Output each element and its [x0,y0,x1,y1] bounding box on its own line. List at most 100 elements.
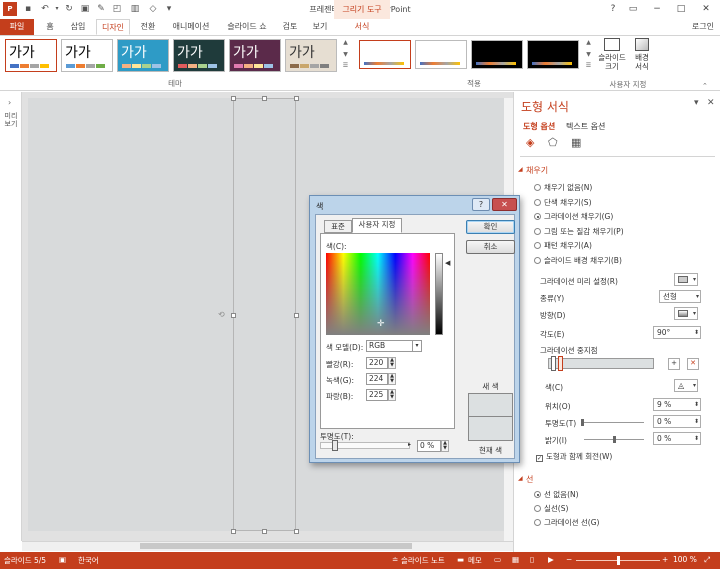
transparency-slider-knob[interactable] [581,419,584,426]
slider-right-arrow-icon[interactable]: ▸ [408,441,411,448]
dialog-close-icon[interactable]: ✕ [492,198,517,211]
variant-more-icon[interactable]: ☰ [584,62,593,69]
gradient-preset-button[interactable]: ▾ [674,273,698,286]
horizontal-scroll-thumb[interactable] [140,543,412,549]
tab-slideshow[interactable]: 슬라이드 쇼 [222,19,272,35]
comments-icon[interactable]: ▬ [457,555,464,564]
type-select[interactable]: 선형 ▾ [659,290,701,303]
direction-button[interactable]: ▾ [674,307,698,320]
fit-to-window-icon[interactable]: ⤢ [704,555,710,565]
variant-thumbnail[interactable] [527,40,579,69]
radio-icon[interactable] [534,184,541,191]
selected-rectangle-shape[interactable] [233,98,296,531]
fill-option[interactable]: 단색 채우기(S) [534,197,592,208]
tab-format[interactable]: 서식 [346,19,378,35]
resize-handle[interactable] [231,96,236,101]
slide-size-button[interactable]: 슬라이드 크기 [598,38,626,71]
collapse-ribbon-icon[interactable]: ⌃ [702,82,708,90]
variant-thumbnail[interactable] [415,40,467,69]
green-input[interactable]: 224 [366,373,388,385]
theme-scroll-up-icon[interactable]: ▲ [341,39,350,46]
line-option[interactable]: 선 없음(N) [534,489,579,500]
zoom-slider-knob[interactable] [617,556,620,565]
theme-thumbnail[interactable]: 가가 [61,39,113,72]
radio-icon[interactable] [534,256,541,264]
tab-design[interactable]: 디자인 [96,19,130,35]
transparency-spin-icon[interactable]: ▲ ▼ [441,440,449,452]
transparency-input[interactable]: 0 % ⬍ [653,415,701,428]
position-input[interactable]: 9 % ⬍ [653,398,701,411]
theme-thumbnail[interactable]: 가가 [117,39,169,72]
reading-view-icon[interactable]: ▯ [530,555,534,564]
color-model-select[interactable]: RGB ▾ [366,340,422,352]
notes-icon[interactable]: ≐ [392,555,398,564]
variant-scroll-up-icon[interactable]: ▲ [584,39,593,46]
tab-home[interactable]: 홈 [38,19,62,35]
transparency-input[interactable]: 0 % [417,440,441,452]
notes-button[interactable]: 슬라이드 노트 [401,555,445,566]
luminance-bar[interactable] [435,253,443,335]
resize-handle[interactable] [262,529,267,534]
tab-standard[interactable]: 표준 [324,220,352,233]
fill-option[interactable]: 채우기 없음(N) [534,182,592,193]
theme-thumbnail[interactable]: 가가 [285,39,337,72]
radio-icon[interactable] [534,198,541,206]
luminance-arrow-icon[interactable]: ◀ [445,259,450,267]
tab-file[interactable]: 파일 [0,19,34,35]
green-spin-icon[interactable]: ▲ ▼ [388,373,396,385]
cancel-button[interactable]: 취소 [466,240,515,254]
ok-button[interactable]: 확인 [466,220,515,234]
gradient-stops-bar[interactable] [548,358,654,369]
gradient-stop-2[interactable] [558,356,563,371]
slide-sorter-icon[interactable]: ▦ [512,555,519,564]
add-stop-icon[interactable]: + [668,358,680,370]
resize-handle[interactable] [262,96,267,101]
radio-icon[interactable] [534,242,541,249]
theme-scroll-down-icon[interactable]: ▼ [341,51,350,58]
tab-view[interactable]: 보기 [306,19,334,35]
slideshow-view-icon[interactable]: ▶ [548,555,554,564]
variant-thumbnail[interactable] [359,40,411,69]
size-properties-icon[interactable]: ▦ [571,136,581,149]
brightness-input[interactable]: 0 % ⬍ [653,432,701,445]
rotate-handle-icon[interactable]: ⟲ [218,310,225,319]
theme-thumbnail[interactable]: 가가 [5,39,57,72]
resize-handle[interactable] [294,96,299,101]
tab-insert[interactable]: 삽입 [64,19,92,35]
radio-icon[interactable] [534,227,541,235]
login-link[interactable]: 로그인 [692,19,714,35]
zoom-level[interactable]: 100 % [673,555,697,564]
variant-scroll-down-icon[interactable]: ▼ [584,51,593,58]
radio-icon[interactable] [534,491,541,498]
red-input[interactable]: 220 [366,357,388,369]
angle-input[interactable]: 90° ⬍ [653,326,701,339]
language-indicator[interactable]: 한국어 [78,555,99,566]
gradient-stop-1[interactable] [551,356,556,371]
transparency-slider-knob[interactable] [332,440,338,451]
fill-option[interactable]: 슬라이드 배경 채우기(B) [534,255,622,266]
radio-icon[interactable] [534,213,541,220]
fill-option[interactable]: 그림 또는 질감 채우기(P) [534,226,624,237]
pane-close-icon[interactable]: ✕ [707,98,715,108]
tab-text-options[interactable]: 텍스트 옵션 [566,121,605,132]
expand-thumbnails-icon[interactable]: › [8,98,11,107]
background-format-button[interactable]: 배경 서식 [630,38,654,71]
fill-option[interactable]: 패턴 채우기(A) [534,240,592,251]
blue-input[interactable]: 225 [366,389,388,401]
tab-animations[interactable]: 애니메이션 [166,19,216,35]
pane-options-icon[interactable]: ▾ [694,98,699,108]
tab-shape-options[interactable]: 도형 옵션 [523,121,555,132]
rotate-with-shape-option[interactable]: ✓ 도형과 함께 회전(W) [536,451,612,462]
transparency-slider[interactable] [584,422,644,423]
variant-thumbnail[interactable] [471,40,523,69]
radio-icon[interactable] [534,519,541,526]
tab-review[interactable]: 검토 [276,19,304,35]
ribbon-display-icon[interactable]: ▭ [624,1,642,17]
brightness-slider-knob[interactable] [613,436,616,443]
zoom-in-icon[interactable]: + [662,555,668,564]
effects-icon[interactable]: ⬠ [548,136,558,149]
fill-collapse-icon[interactable]: ◢ [518,166,523,173]
theme-thumbnail[interactable]: 가가 [173,39,225,72]
dialog-help-icon[interactable]: ? [472,198,490,211]
tab-transitions[interactable]: 전환 [134,19,162,35]
